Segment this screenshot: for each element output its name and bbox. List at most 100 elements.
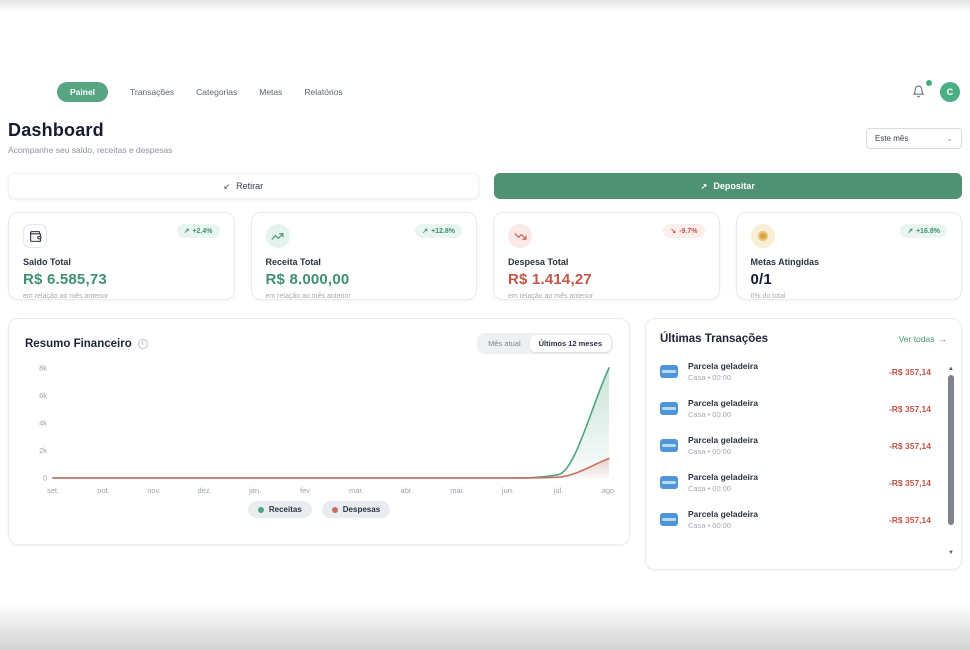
stat-label: Saldo Total [23, 257, 220, 267]
tab-painel[interactable]: Painel [57, 82, 108, 102]
legend-despesas[interactable]: Despesas [322, 501, 390, 518]
svg-text:4k: 4k [39, 419, 47, 428]
chart-title: Resumo Financeiro i [25, 338, 148, 350]
transaction-title: Parcela geladeira [688, 472, 758, 482]
deposit-label: Depositar [713, 181, 755, 191]
trend-badge: ↗ +12.8% [415, 224, 462, 238]
transaction-row[interactable]: Parcela geladeira Casa • 00:00 -R$ 357,14 [660, 464, 947, 501]
trend-badge: ↗ +16.8% [900, 224, 947, 238]
withdraw-button[interactable]: ↙ Retirar [8, 173, 479, 199]
arrow-up-right-icon: ↗ [701, 182, 708, 191]
svg-text:jan.: jan. [248, 486, 261, 495]
svg-text:jun.: jun. [501, 486, 514, 495]
credit-card-icon [660, 365, 678, 378]
transaction-amount: -R$ 357,14 [889, 367, 947, 377]
transactions-title: Últimas Transações [660, 333, 768, 345]
transaction-row[interactable]: Parcela geladeiraCasa • 00:00-R$ 357,14 [660, 427, 947, 464]
transaction-meta: Casa • 00:00 [688, 521, 758, 530]
view-all-button[interactable]: Ver todas → [899, 334, 947, 344]
trend-up-icon: ↗ [422, 227, 428, 235]
financial-summary-chart: 02k4k6k8kset.out.nov.dez.jan.fev.mar.abr… [25, 360, 615, 498]
trend-down-icon: ↘ [670, 227, 676, 235]
notification-dot [926, 80, 932, 86]
transaction-title: Parcela geladeira [688, 435, 758, 445]
stat-card-receita: ↗ +12.8% Receita Total R$ 8.000,00 em re… [251, 212, 478, 300]
wallet-icon [23, 224, 47, 248]
stat-value: R$ 6.585,73 [23, 271, 220, 288]
svg-text:0: 0 [43, 474, 47, 483]
transaction-meta: Casa • 00:00 [688, 373, 758, 382]
letterbox-top [0, 0, 970, 12]
bell-icon [912, 85, 926, 98]
arrow-down-left-icon: ↙ [223, 182, 230, 191]
stat-value: 0/1 [751, 271, 948, 288]
stat-note: em relação ao mês anterior [23, 293, 220, 300]
receitas-dot-icon [258, 507, 264, 513]
chart-legend: Receitas Despesas [25, 501, 613, 518]
financial-summary-card: Resumo Financeiro i Mês atual Últimos 12… [8, 318, 630, 545]
transactions-list: Parcela geladeiraCasa • 00:00-R$ 357,14P… [660, 353, 947, 538]
credit-card-icon [660, 513, 678, 526]
notifications-button[interactable] [912, 85, 926, 99]
stat-note: em relação ao mês anterior [266, 293, 463, 300]
svg-text:8k: 8k [39, 364, 47, 373]
toggle-current-month[interactable]: Mês atual [479, 335, 530, 352]
transaction-amount: -R$ 357,14 [889, 478, 947, 488]
svg-text:ago.: ago. [602, 486, 615, 495]
trend-badge: ↗ +2.4% [177, 224, 220, 238]
credit-card-icon [660, 476, 678, 489]
tab-transacoes[interactable]: Transações [130, 87, 174, 97]
transaction-meta: Casa • 00:00 [688, 484, 758, 493]
svg-text:mai.: mai. [450, 486, 464, 495]
toggle-last-12-months[interactable]: Últimos 12 meses [530, 335, 611, 352]
deposit-button[interactable]: ↗ Depositar [494, 173, 963, 199]
tab-relatorios[interactable]: Relatórios [304, 87, 342, 97]
svg-text:2k: 2k [39, 446, 47, 455]
actions-row: ↙ Retirar ↗ Depositar [8, 173, 962, 199]
page-header: Dashboard Acompanhe seu saldo, receitas … [8, 120, 962, 155]
svg-text:set.: set. [47, 486, 59, 495]
transaction-meta: Casa • 00:00 [688, 410, 758, 419]
stat-note: 0% do total [751, 293, 948, 300]
svg-text:abr.: abr. [401, 486, 414, 495]
svg-text:dez.: dez. [198, 486, 212, 495]
stat-label: Despesa Total [508, 257, 705, 267]
transaction-amount: -R$ 357,14 [889, 404, 947, 414]
credit-card-icon [660, 402, 678, 415]
svg-text:jul.: jul. [553, 486, 564, 495]
period-select-value: Este mês [875, 134, 908, 143]
trending-down-icon [508, 224, 532, 248]
transaction-meta: Casa • 00:00 [688, 447, 758, 456]
chart-range-toggle: Mês atual Últimos 12 meses [477, 333, 613, 354]
stat-card-despesa: ↘ -9.7% Despesa Total R$ 1.414,27 em rel… [493, 212, 720, 300]
scroll-up-icon[interactable]: ▲ [948, 365, 954, 373]
legend-receitas[interactable]: Receitas [248, 501, 312, 518]
top-nav: Painel Transações Categorias Metas Relat… [57, 80, 960, 104]
avatar[interactable]: C [940, 82, 960, 102]
svg-text:fev.: fev. [300, 486, 312, 495]
chevron-down-icon: ⌄ [946, 134, 953, 143]
transaction-row[interactable]: Parcela geladeiraCasa • 00:00-R$ 357,14 [660, 390, 947, 427]
period-select[interactable]: Este mês ⌄ [866, 128, 962, 149]
transaction-title: Parcela geladeira [688, 361, 758, 371]
tab-categorias[interactable]: Categorias [196, 87, 237, 97]
scrollbar-track[interactable] [948, 373, 954, 549]
despesas-dot-icon [332, 507, 338, 513]
stat-label: Metas Atingidas [751, 257, 948, 267]
svg-text:nov.: nov. [147, 486, 161, 495]
stat-value: R$ 1.414,27 [508, 271, 705, 288]
scrollbar-thumb[interactable] [948, 375, 954, 525]
credit-card-icon [660, 439, 678, 452]
svg-text:out.: out. [97, 486, 110, 495]
info-icon[interactable]: i [138, 339, 148, 349]
stat-value: R$ 8.000,00 [266, 271, 463, 288]
transaction-row[interactable]: Parcela geladeira Casa • 00:00 -R$ 357,14 [660, 353, 947, 390]
transaction-row[interactable]: Parcela geladeiraCasa • 00:00-R$ 357,14 [660, 501, 947, 538]
arrow-right-icon: → [939, 334, 948, 344]
tab-metas[interactable]: Metas [259, 87, 282, 97]
transaction-amount: -R$ 357,14 [889, 515, 947, 525]
transactions-card: Últimas Transações Ver todas → Parcela g… [645, 318, 962, 570]
letterbox-bottom [0, 602, 970, 650]
scroll-down-icon[interactable]: ▼ [948, 549, 954, 557]
main-row: Resumo Financeiro i Mês atual Últimos 12… [8, 318, 962, 570]
